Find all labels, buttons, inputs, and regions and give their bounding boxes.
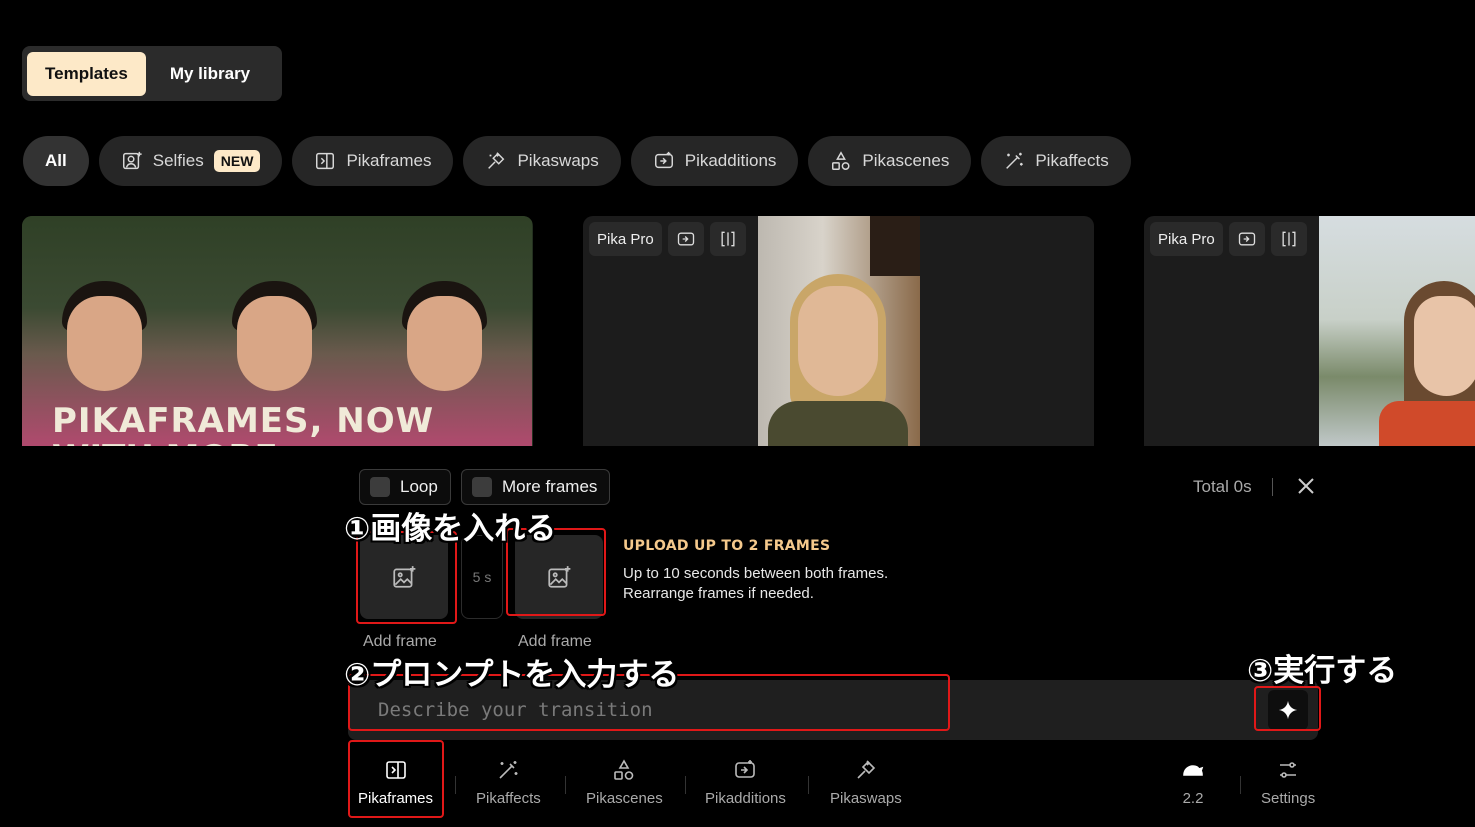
- category-all[interactable]: All: [23, 136, 89, 186]
- tool-label: Pikaffects: [476, 790, 541, 807]
- category-pikadditions[interactable]: Pikadditions: [630, 136, 799, 186]
- preview-image: [1319, 216, 1475, 446]
- settings-sliders-icon: [1280, 762, 1297, 778]
- more-frames-label: More frames: [502, 477, 598, 496]
- settings-label: Settings: [1261, 790, 1316, 807]
- loop-label: Loop: [400, 477, 438, 496]
- pikascenes-icon: [614, 759, 634, 780]
- divider: [455, 776, 456, 794]
- pikaframes-badge: [1270, 222, 1307, 256]
- tab-my-library[interactable]: My library: [152, 52, 268, 96]
- model-version-label: 2.2: [1182, 790, 1204, 807]
- category-selfies[interactable]: Selfies NEW: [98, 136, 283, 186]
- category-label: Pikascenes: [862, 151, 950, 170]
- pikaffects-icon: [1006, 152, 1024, 169]
- preview-image: [758, 216, 920, 446]
- category-filter-bar: All Selfies NEW Pikaframes Pikaswaps Pik…: [23, 136, 1131, 186]
- close-icon[interactable]: [1296, 476, 1316, 496]
- category-pikascenes[interactable]: Pikascenes: [808, 136, 972, 186]
- divider: [685, 776, 686, 794]
- template-card-pikaframes[interactable]: PIKAFRAMES, NOW WITH MORE: [22, 216, 533, 446]
- category-label: Pikaffects: [1035, 151, 1109, 170]
- tool-pikaswaps[interactable]: Pikaswaps: [830, 758, 902, 807]
- loop-checkbox[interactable]: [370, 477, 390, 497]
- pika-model-icon: [1183, 765, 1204, 776]
- card-title: PIKAFRAMES, NOW: [52, 401, 435, 441]
- upload-title: UPLOAD UP TO 2 FRAMES: [623, 538, 831, 554]
- annotation-step3: ③実行する: [1247, 653, 1398, 689]
- new-badge: NEW: [213, 150, 261, 172]
- divider: [808, 776, 809, 794]
- category-label: Pikadditions: [684, 151, 777, 170]
- pikaframes-badge: [709, 222, 746, 256]
- category-label: Pikaswaps: [517, 151, 599, 170]
- more-frames-checkbox[interactable]: [472, 477, 492, 497]
- pikadditions-badge: [1228, 222, 1265, 256]
- tool-label: Pikadditions: [705, 790, 786, 807]
- annotation-step2: ②プロンプトを入力する: [344, 657, 680, 693]
- pikaswaps-icon: [857, 760, 875, 779]
- category-label: Pikaframes: [346, 151, 432, 170]
- tool-label: Pikaswaps: [830, 790, 902, 807]
- pikadditions-icon: [677, 232, 694, 246]
- category-label: Selfies: [152, 151, 204, 170]
- pikadditions-icon: [735, 760, 756, 778]
- annotation-step1: ①画像を入れる: [344, 511, 557, 547]
- more-frames-toggle[interactable]: More frames: [461, 469, 611, 505]
- pikaframes-icon: [316, 152, 335, 170]
- category-pikaffects[interactable]: Pikaffects: [981, 136, 1131, 186]
- template-card[interactable]: Pika Pro: [1144, 216, 1475, 446]
- upload-hint-line1: Up to 10 seconds between both frames.: [623, 565, 889, 582]
- pika-pro-badge: Pika Pro: [589, 222, 662, 256]
- upload-hint-line2: Rearrange frames if needed.: [623, 585, 814, 602]
- template-card[interactable]: Pika Pro: [583, 216, 1094, 446]
- loop-toggle[interactable]: Loop: [359, 469, 451, 505]
- pikadditions-icon: [654, 151, 673, 169]
- pikaswaps-icon: [488, 152, 505, 169]
- total-duration: Total 0s: [1193, 477, 1252, 496]
- model-version-button[interactable]: 2.2: [1181, 758, 1205, 807]
- pika-pro-badge: Pika Pro: [1150, 222, 1223, 256]
- divider: [1272, 478, 1273, 496]
- card-title-line2: WITH MORE: [52, 438, 278, 446]
- category-label: All: [45, 151, 67, 170]
- tool-label: Pikascenes: [586, 790, 663, 807]
- frame-split-icon: [721, 231, 735, 247]
- category-pikaframes[interactable]: Pikaframes: [292, 136, 454, 186]
- pikadditions-icon: [1238, 232, 1255, 246]
- settings-button[interactable]: Settings: [1261, 758, 1315, 807]
- tab-templates[interactable]: Templates: [27, 51, 146, 96]
- pikadditions-badge: [667, 222, 704, 256]
- category-pikaswaps[interactable]: Pikaswaps: [463, 136, 621, 186]
- divider: [565, 776, 566, 794]
- tool-pikascenes[interactable]: Pikascenes: [586, 758, 663, 807]
- card-badges: Pika Pro: [1150, 222, 1307, 256]
- top-tab-bar: Templates My library: [22, 46, 282, 101]
- pikaffects-icon: [499, 761, 518, 779]
- card-badges: Pika Pro: [589, 222, 746, 256]
- selfie-icon: [122, 151, 142, 170]
- tool-pikadditions[interactable]: Pikadditions: [705, 758, 786, 807]
- tool-pikaffects[interactable]: Pikaffects: [476, 758, 541, 807]
- frame-split-icon: [1282, 231, 1296, 247]
- annotation-box-tool: [348, 740, 444, 818]
- annotation-box-generate: [1254, 686, 1321, 731]
- divider: [1240, 776, 1241, 794]
- pikascenes-icon: [832, 151, 850, 170]
